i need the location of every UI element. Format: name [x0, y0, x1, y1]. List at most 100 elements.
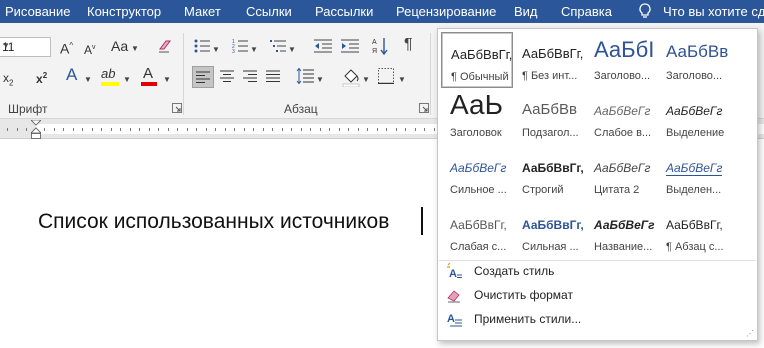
svg-text:A: A	[447, 313, 455, 325]
chevron-down-icon: ▼	[123, 75, 131, 84]
ruler-tick	[253, 128, 254, 131]
svg-text:Я: Я	[372, 48, 377, 55]
style-item[interactable]: АаБбВвГг, ¶ Абзац с...	[657, 203, 729, 259]
style-preview: АаБбВвГг,	[522, 218, 584, 232]
font-size-combo[interactable]: 11 ▼	[0, 37, 51, 57]
align-center-icon[interactable]	[220, 70, 234, 82]
tab-design[interactable]: Конструктор	[87, 4, 161, 19]
tab-mailings[interactable]: Рассылки	[315, 4, 373, 19]
align-left-icon	[196, 71, 210, 83]
chevron-down-icon: ▼	[212, 45, 220, 54]
grow-font-icon[interactable]: A^	[60, 38, 73, 57]
style-preview: АаБбВеГг	[450, 161, 507, 175]
style-item[interactable]: АаБбВв Заголово...	[657, 32, 729, 88]
borders-icon[interactable]	[378, 68, 394, 84]
ruler-tick	[196, 128, 197, 131]
ruler-tick	[291, 128, 292, 131]
style-name: ¶ Абзац с...	[666, 241, 724, 253]
style-item[interactable]: АаБбВвГг, ¶ Без инт...	[513, 32, 585, 88]
create-style-button[interactable]: A Создать стиль	[446, 262, 746, 282]
subscript-icon[interactable]: x2	[3, 70, 13, 91]
apply-styles-button[interactable]: A Применить стили...	[446, 310, 746, 330]
ruler-tick	[149, 128, 150, 131]
style-item[interactable]: АаБбВеГг Сильное ...	[441, 146, 513, 202]
style-item[interactable]: АаБбВеГг Слабое в...	[585, 89, 657, 145]
style-name: Заголовок	[450, 127, 502, 139]
bullets-icon[interactable]	[194, 39, 210, 53]
resize-grip-icon[interactable]: ⋰	[746, 329, 754, 338]
style-item[interactable]: АаБбI Заголово...	[585, 32, 657, 88]
style-item[interactable]: АаБбВеГг Выделен...	[657, 146, 729, 202]
ruler-tick	[263, 128, 264, 131]
style-item[interactable]: АаБбВеГг Выделение	[657, 89, 729, 145]
style-name: ¶ Обычный	[451, 71, 509, 83]
ruler-tick	[405, 128, 406, 131]
menu-bar: Рисование Конструктор Макет Ссылки Рассы…	[0, 0, 764, 23]
ruler-tick	[187, 128, 188, 131]
style-preview: АаБбВвГг,	[522, 161, 584, 175]
style-name: Сильное ...	[450, 184, 507, 196]
ruler-tick	[177, 128, 178, 131]
clear-formatting-button[interactable]: Очистить формат	[446, 286, 746, 306]
style-item[interactable]: АаБбВвГг, Сильная ...	[513, 203, 585, 259]
clear-formatting-label: Очистить формат	[474, 288, 573, 302]
chevron-down-icon: ▼	[398, 75, 406, 84]
svg-text:A: A	[372, 39, 377, 46]
style-item[interactable]: АаБбВеГг Цитата 2	[585, 146, 657, 202]
indent-marker-icon[interactable]	[31, 120, 41, 139]
justify-icon[interactable]	[266, 70, 280, 82]
ruler-tick	[310, 128, 311, 131]
tell-me-box[interactable]: Что вы хотите сдел	[663, 4, 764, 19]
tab-draw[interactable]: Рисование	[5, 4, 70, 19]
style-name: Слабое в...	[594, 127, 652, 139]
style-item[interactable]: АаБбВвГг, Слабая с...	[441, 203, 513, 259]
sort-icon[interactable]: A Я	[372, 37, 388, 55]
tab-help[interactable]: Справка	[561, 4, 612, 19]
style-name: Подзагол...	[522, 127, 579, 139]
ruler-tick	[377, 128, 378, 131]
align-right-icon[interactable]	[243, 70, 257, 82]
style-name: Цитата 2	[594, 184, 640, 196]
ruler-tick	[415, 128, 416, 131]
ruler-tick	[301, 128, 302, 131]
line-spacing-icon[interactable]	[296, 68, 314, 84]
show-marks-button[interactable]: ¶	[404, 37, 413, 53]
align-left-button[interactable]	[192, 66, 214, 88]
font-group-label: Шрифт	[8, 102, 48, 116]
group-separator	[430, 33, 431, 115]
text-cursor	[421, 207, 423, 235]
tab-layout[interactable]: Макет	[184, 4, 221, 19]
style-item[interactable]: АаЬ Заголовок	[441, 89, 513, 145]
ruler-tick	[282, 128, 283, 131]
change-case-button[interactable]: Aa	[111, 38, 128, 54]
font-color-icon[interactable]: A	[143, 66, 153, 82]
document-heading-text[interactable]: Список использованных источников	[38, 210, 389, 234]
style-item[interactable]: АаБбВв Подзагол...	[513, 89, 585, 145]
highlight-icon[interactable]: ab	[101, 66, 115, 82]
ruler-tick	[434, 128, 435, 131]
shading-icon[interactable]	[342, 67, 360, 87]
numbering-icon[interactable]: 1 2 3	[232, 39, 248, 53]
style-name: Выделен...	[666, 184, 722, 196]
multilevel-list-icon[interactable]	[270, 39, 286, 53]
style-preview: АаБбВеГг	[666, 161, 723, 176]
new-style-icon: A	[447, 263, 462, 279]
chevron-down-icon: ▼	[250, 45, 258, 54]
tab-review[interactable]: Рецензирование	[396, 4, 496, 19]
shrink-font-icon[interactable]: Av	[84, 40, 96, 58]
dialog-launcher-icon[interactable]	[419, 103, 429, 113]
decrease-indent-icon[interactable]	[314, 39, 332, 53]
increase-indent-icon[interactable]	[341, 39, 359, 53]
clear-formatting-icon[interactable]	[157, 38, 175, 54]
ruler-tick	[320, 128, 321, 131]
tab-view[interactable]: Вид	[514, 4, 538, 19]
style-item[interactable]: АаБбВвГг, ¶ Обычный	[441, 32, 513, 88]
lightbulb-icon	[639, 3, 651, 18]
dialog-launcher-icon[interactable]	[172, 103, 182, 113]
tab-references[interactable]: Ссылки	[246, 4, 292, 19]
text-effects-icon[interactable]: A	[66, 66, 77, 83]
superscript-icon[interactable]: x2	[36, 68, 47, 87]
style-item[interactable]: АаБбВеГг Название...	[585, 203, 657, 259]
chevron-down-icon: ▼	[84, 75, 92, 84]
style-item[interactable]: АаБбВвГг, Строгий	[513, 146, 585, 202]
